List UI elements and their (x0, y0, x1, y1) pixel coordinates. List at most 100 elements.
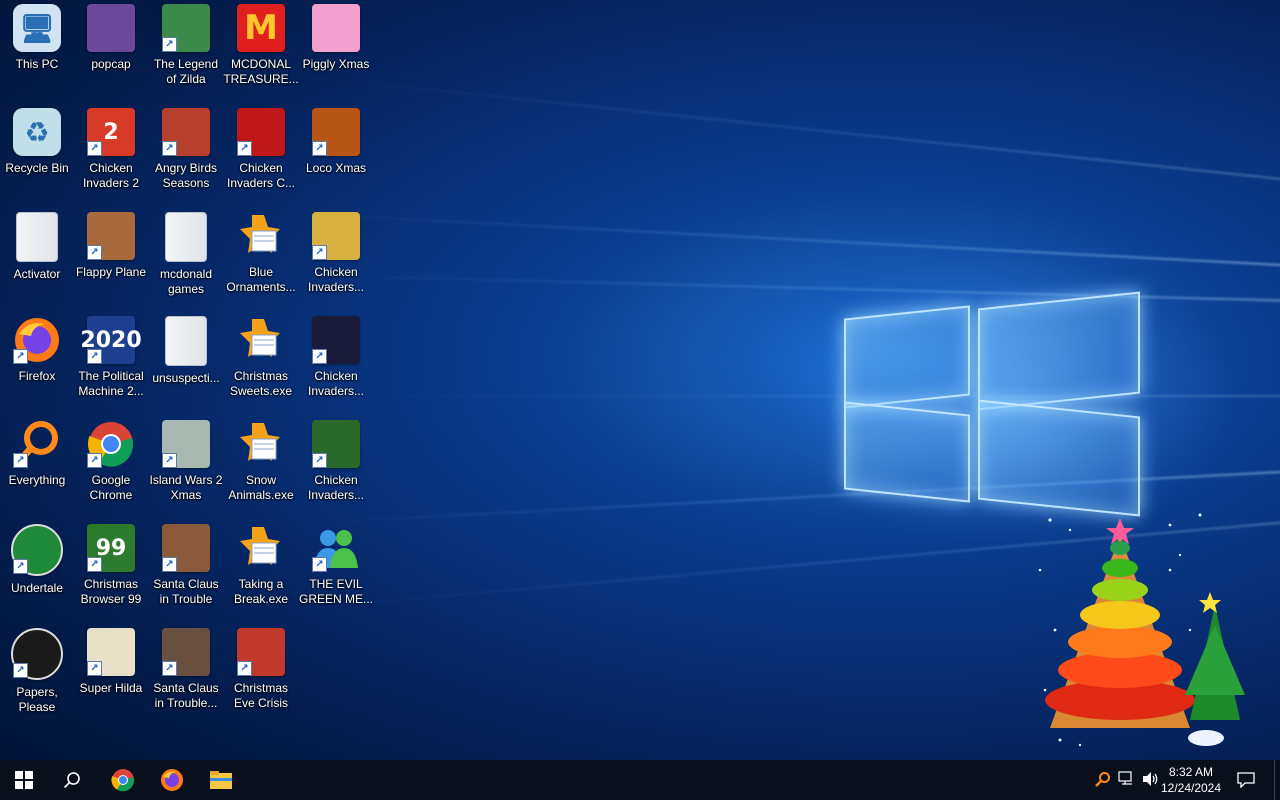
shortcut-arrow-icon: ↗ (13, 453, 28, 468)
desktop-icon-label: Papers, Please (16, 685, 58, 714)
desktop-icon[interactable]: ↗ Island Wars 2 Xmas (149, 420, 223, 520)
desktop-icon-label: Piggly Xmas (302, 57, 370, 71)
messenger-icon: ↗ (312, 524, 360, 572)
desktop-icon-label: This PC (15, 57, 59, 71)
desktop-icon-label: mcdonald games (159, 267, 213, 296)
desktop-icon-label: Christmas Eve Crisis (233, 681, 288, 710)
desktop-icon-label: Chicken Invaders... (307, 473, 365, 502)
desktop-icon[interactable]: ↗ Chicken Invaders... (299, 420, 373, 520)
angry-birds-seasons-icon: ↗ (162, 108, 210, 156)
chicken-invaders-2-icon: 2 ↗ (87, 108, 135, 156)
search-button[interactable] (48, 760, 96, 800)
shortcut-arrow-icon: ↗ (162, 37, 177, 52)
desktop-icon[interactable]: ↗ Everything (0, 420, 74, 520)
desktop-icon-label: Chicken Invaders C... (226, 161, 296, 190)
chicken-invaders-c-icon: ↗ (237, 108, 285, 156)
recycle-bin-icon: ♻ (13, 108, 61, 156)
shortcut-arrow-icon: ↗ (312, 349, 327, 364)
desktop-icon[interactable]: ↗ Loco Xmas (299, 108, 373, 208)
flappy-plane-icon: ↗ (87, 212, 135, 260)
desktop-icon[interactable]: 2020 ↗ The Political Machine 2... (74, 316, 148, 416)
network-icon (1118, 771, 1132, 785)
taskbar-firefox[interactable] (148, 760, 196, 800)
piggly-xmas-icon (312, 4, 360, 52)
desktop-icon-label: Firefox (18, 369, 56, 383)
desktop-icon[interactable]: ↗ Chicken Invaders C... (224, 108, 298, 208)
tray-network[interactable] (1118, 771, 1136, 791)
desktop-icon-label: Recycle Bin (5, 161, 69, 175)
desktop-icon-label: Christmas Sweets.exe (229, 369, 293, 398)
notification-icon (1237, 772, 1255, 788)
desktop-icon[interactable]: ↗ Super Hilda (74, 628, 148, 728)
shortcut-arrow-icon: ↗ (237, 141, 252, 156)
exe-icon (237, 420, 285, 468)
everything-icon: ↗ (13, 420, 61, 468)
desktop-icon[interactable]: ↗ Christmas Eve Crisis (224, 628, 298, 728)
political-machine-icon: 2020 ↗ (80, 316, 142, 364)
shortcut-arrow-icon: ↗ (237, 661, 252, 676)
show-desktop-button[interactable] (1274, 760, 1280, 800)
desktop-icon[interactable]: ↗ Angry Birds Seasons (149, 108, 223, 208)
shortcut-arrow-icon: ↗ (162, 557, 177, 572)
desktop-icon[interactable]: popcap (74, 4, 148, 104)
desktop-icon[interactable]: mcdonald games (149, 212, 223, 312)
shortcut-arrow-icon: ↗ (87, 661, 102, 676)
taskbar-file-explorer[interactable] (197, 760, 245, 800)
taskbar-clock[interactable]: 8:32 AM 12/24/2024 (1156, 764, 1226, 796)
desktop-icon[interactable]: ↗ Firefox (0, 316, 74, 416)
tray-everything[interactable] (1095, 771, 1111, 791)
desktop-icon[interactable]: 🖥 This PC (0, 4, 74, 104)
desktop-icon-label: Chicken Invaders... (307, 265, 365, 294)
loco-xmas-icon: ↗ (312, 108, 360, 156)
this-pc-icon: 🖥 (13, 4, 61, 52)
chrome-icon (111, 769, 135, 792)
shortcut-arrow-icon: ↗ (162, 453, 177, 468)
shortcut-arrow-icon: ↗ (13, 349, 28, 364)
desktop-icon[interactable]: ↗ The Legend of Zilda (149, 4, 223, 104)
desktop-icon[interactable]: Taking a Break.exe (224, 524, 298, 624)
shortcut-arrow-icon: ↗ (162, 141, 177, 156)
exe-icon (237, 212, 285, 260)
desktop-icon[interactable]: Piggly Xmas (299, 4, 373, 104)
mcdonalds-icon: M (237, 4, 285, 52)
desktop-icon[interactable]: ↗ Flappy Plane (74, 212, 148, 312)
desktop-icon[interactable]: ♻ Recycle Bin (0, 108, 74, 208)
action-center-button[interactable] (1226, 760, 1266, 800)
desktop-icon[interactable]: ↗ Chicken Invaders... (299, 316, 373, 416)
desktop-icon-label: Angry Birds Seasons (154, 161, 218, 190)
desktop-icon-label: Chicken Invaders 2 (82, 161, 140, 190)
windows-start-icon (15, 771, 33, 789)
desktop-icon[interactable]: Blue Ornaments... (224, 212, 298, 312)
chicken-invaders-5-icon: ↗ (312, 420, 360, 468)
desktop-icon[interactable]: 2 ↗ Chicken Invaders 2 (74, 108, 148, 208)
shortcut-arrow-icon: ↗ (87, 141, 102, 156)
desktop-icon[interactable]: ↗ Papers, Please (0, 628, 74, 728)
desktop-icon[interactable]: M MCDONAL TREASURE... (223, 4, 299, 104)
desktop-icon[interactable]: Christmas Sweets.exe (224, 316, 298, 416)
shortcut-arrow-icon: ↗ (312, 245, 327, 260)
desktop-icon[interactable]: ↗ Google Chrome (74, 420, 148, 520)
clock-time: 8:32 AM (1168, 765, 1214, 779)
desktop-icon[interactable]: ↗ Santa Claus in Trouble (149, 524, 223, 624)
desktop-icon[interactable]: 99 ↗ Christmas Browser 99 (74, 524, 148, 624)
search-icon (63, 772, 80, 789)
taskbar-chrome[interactable] (99, 760, 147, 800)
santa-claus-trouble-2-icon: ↗ (162, 628, 210, 676)
christmas-eve-crisis-icon: ↗ (237, 628, 285, 676)
start-button[interactable] (0, 760, 48, 800)
firefox-icon (161, 769, 183, 791)
desktop-icon-label: Undertale (10, 581, 64, 595)
super-hilda-icon: ↗ (87, 628, 135, 676)
desktop-icon[interactable]: ↗ Santa Claus in Trouble... (149, 628, 223, 728)
desktop-icon[interactable]: ↗ Undertale (0, 524, 74, 624)
shortcut-arrow-icon: ↗ (312, 453, 327, 468)
desktop-icon-label: Activator (13, 267, 61, 281)
shortcut-arrow-icon: ↗ (13, 559, 28, 574)
desktop-icon[interactable]: Activator (0, 212, 74, 312)
desktop-icon[interactable]: ↗ Chicken Invaders... (299, 212, 373, 312)
desktop-icon-label: Snow Animals.exe (228, 473, 294, 502)
desktop-icon[interactable]: ↗ THE EVIL GREEN ME... (299, 524, 373, 624)
desktop-icon[interactable]: unsuspecti... (149, 316, 223, 416)
desktop-icon-label: The Political Machine 2... (78, 369, 144, 398)
desktop-icon[interactable]: Snow Animals.exe (224, 420, 298, 520)
